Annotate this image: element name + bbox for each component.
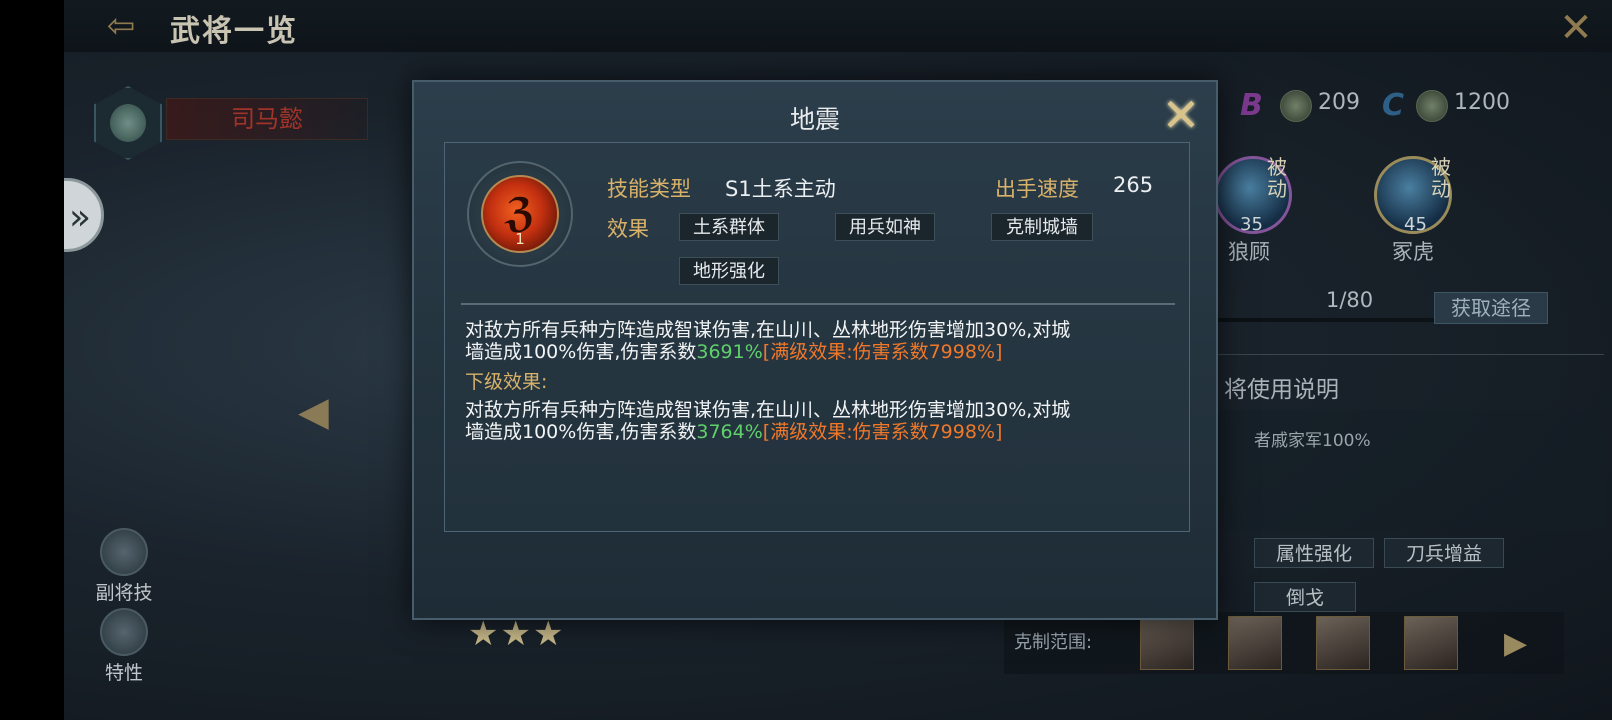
counter-avatar[interactable] (1228, 616, 1282, 670)
effect-tag: 克制城墙 (991, 213, 1093, 241)
skill-name: 狼顾 (1228, 240, 1270, 264)
shield-icon (1280, 90, 1312, 122)
skill-dialog: 地震 ✕ ℨ 1 技能类型 S1土系主动 出手速度 265 效果 土系群体 用兵… (412, 80, 1218, 620)
next-level-description: 对敌方所有兵种方阵造成智谋伤害,在山川、丛林地形伤害增加30%,对城 墙造成10… (465, 399, 1070, 443)
description-line: 墙造成100%伤害,伤害系数3764%[满级效果:伤害系数7998%] (465, 421, 1070, 443)
damage-coefficient: 3691% (696, 341, 763, 363)
skill-name: 冢虎 (1392, 240, 1434, 264)
usage-text: 者戚家军100% (1254, 431, 1371, 451)
stat-value: 209 (1318, 90, 1360, 115)
grade-c-label: C (1382, 88, 1405, 123)
effect-label: 效果 (607, 217, 649, 241)
menu-vice-skill[interactable]: 副将技 (84, 528, 164, 605)
skill-detail-panel: ℨ 1 技能类型 S1土系主动 出手速度 265 效果 土系群体 用兵如神 克制… (444, 142, 1190, 532)
menu-label: 副将技 (95, 582, 153, 604)
passive-tag: 被动 (1267, 155, 1287, 201)
troop-icon (1416, 90, 1448, 122)
menu-trait[interactable]: 特性 (84, 608, 164, 685)
menu-label: 特性 (104, 662, 143, 684)
next-arrow-icon[interactable]: ▶ (1504, 626, 1527, 661)
close-icon[interactable]: ✕ (1556, 8, 1596, 48)
effect-tag: 地形强化 (679, 257, 779, 285)
dialog-title: 地震 (789, 105, 840, 134)
trait-tag: 倒戈 (1254, 582, 1356, 612)
divider (1194, 354, 1604, 355)
effect-tag: 用兵如神 (835, 213, 935, 241)
counter-avatar[interactable] (1316, 616, 1370, 670)
vice-skill-icon (100, 528, 148, 576)
description-text: 墙造成100%伤害,伤害系数 (465, 341, 697, 363)
earthquake-icon: ℨ 1 (481, 175, 559, 253)
obtain-route-button[interactable]: 获取途径 (1434, 292, 1548, 324)
next-level-label: 下级效果: (465, 371, 548, 393)
prev-arrow-icon[interactable]: ◀ (298, 392, 338, 432)
counter-avatar[interactable] (1404, 616, 1458, 670)
grade-b-label: B (1240, 88, 1263, 123)
skill-level: 1 (515, 230, 525, 248)
description-text: 墙造成100%伤害,伤害系数 (465, 421, 697, 443)
description-line: 对敌方所有兵种方阵造成智谋伤害,在山川、丛林地形伤害增加30%,对城 (465, 399, 1071, 421)
damage-coefficient: 3764% (696, 421, 763, 443)
page-title: 武将一览 (170, 14, 298, 49)
close-icon[interactable]: ✕ (1158, 92, 1204, 138)
usage-title: 将使用说明 (1224, 377, 1339, 403)
speed-label: 出手速度 (995, 177, 1079, 201)
stat-value: 1200 (1454, 90, 1510, 115)
counter-label: 克制范围: (1014, 632, 1093, 653)
skill-level: 45 (1404, 214, 1427, 235)
top-bar: ⇦ 武将一览 ✕ (64, 0, 1612, 52)
skill-level: 35 (1240, 214, 1263, 235)
description-line: 对敌方所有兵种方阵造成智谋伤害,在山川、丛林地形伤害增加30%,对城 (465, 319, 1071, 341)
star-rating: ★★★ (468, 614, 566, 654)
max-level-effect: [满级效果:伤害系数7998%] (762, 341, 1003, 363)
trait-tag: 刀兵增益 (1384, 538, 1504, 568)
counter-avatar[interactable] (1140, 616, 1194, 670)
hero-name: 司马懿 (166, 98, 368, 140)
expand-chevron-icon[interactable]: » (64, 178, 104, 252)
skill-type-label: 技能类型 (607, 177, 691, 201)
speed-value: 265 (1113, 173, 1154, 197)
effect-tag: 土系群体 (679, 213, 779, 241)
trait-icon (100, 608, 148, 656)
faction-emblem-icon (94, 86, 162, 160)
description-line: 墙造成100%伤害,伤害系数3691%[满级效果:伤害系数7998%] (465, 341, 1070, 363)
trait-tag: 属性强化 (1254, 538, 1374, 568)
back-arrow-icon[interactable]: ⇦ (96, 8, 146, 44)
progress-bar (1216, 318, 1438, 322)
divider (461, 303, 1175, 305)
passive-tag: 被动 (1431, 155, 1451, 201)
progress-text: 1/80 (1326, 288, 1374, 312)
skill-description: 对敌方所有兵种方阵造成智谋伤害,在山川、丛林地形伤害增加30%,对城 墙造成10… (465, 319, 1070, 363)
max-level-effect: [满级效果:伤害系数7998%] (762, 421, 1003, 443)
skill-type-value: S1土系主动 (725, 177, 836, 201)
skill-icon-frame: ℨ 1 (467, 161, 573, 267)
